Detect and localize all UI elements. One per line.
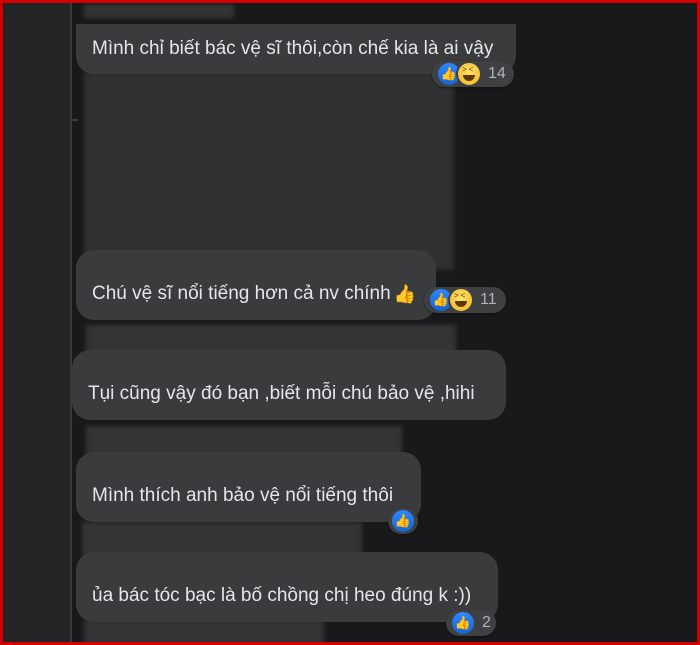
comment-text: ủa bác tóc bạc là bố chồng chị heo đúng … — [92, 585, 472, 606]
comment-bubble: Tụi cũng vậy đó bạn ,biết mỗi chú bảo vệ… — [72, 350, 506, 420]
thumbs-up-emoji: 👍 — [393, 284, 417, 304]
reaction-summary[interactable]: 👍 2 — [446, 610, 496, 636]
comment-bubble: Chú vệ sĩ nổi tiếng hơn cả nv chính 👍 — [76, 250, 436, 320]
left-rail — [3, 0, 71, 645]
reaction-summary[interactable]: 👍 >< 11 — [424, 287, 506, 313]
reaction-summary[interactable]: 👍 — [388, 508, 418, 534]
comment-text: Tụi cũng vậy đó bạn ,biết mỗi chú bảo vệ… — [88, 383, 475, 404]
reaction-count: 11 — [480, 291, 497, 308]
comment-text: Chú vệ sĩ nổi tiếng hơn cả nv chính — [92, 283, 391, 304]
comment-text: Mình thích anh bảo vệ nổi tiếng thôi — [92, 485, 394, 506]
reaction-summary[interactable]: 👍 >< 14 — [432, 61, 514, 87]
thread-connector — [72, 119, 78, 121]
reaction-count: 14 — [488, 65, 506, 82]
haha-icon: >< — [448, 287, 474, 313]
comment-bubble: Mình thích anh bảo vệ nổi tiếng thôi — [76, 452, 421, 522]
blurred-name — [82, 522, 362, 556]
thread-line — [70, 0, 72, 645]
comment-bubble: ủa bác tóc bạc là bố chồng chị heo đúng … — [76, 552, 498, 622]
like-icon: 👍 — [450, 610, 476, 636]
haha-icon: >< — [456, 61, 482, 87]
blurred-name — [84, 4, 234, 18]
reaction-count: 2 — [482, 614, 491, 631]
like-icon: 👍 — [390, 508, 416, 534]
blurred-name — [84, 620, 324, 645]
blurred-comment — [84, 72, 454, 270]
comment-text: Mình chỉ biết bác vệ sĩ thôi,còn chế kia… — [92, 38, 494, 59]
